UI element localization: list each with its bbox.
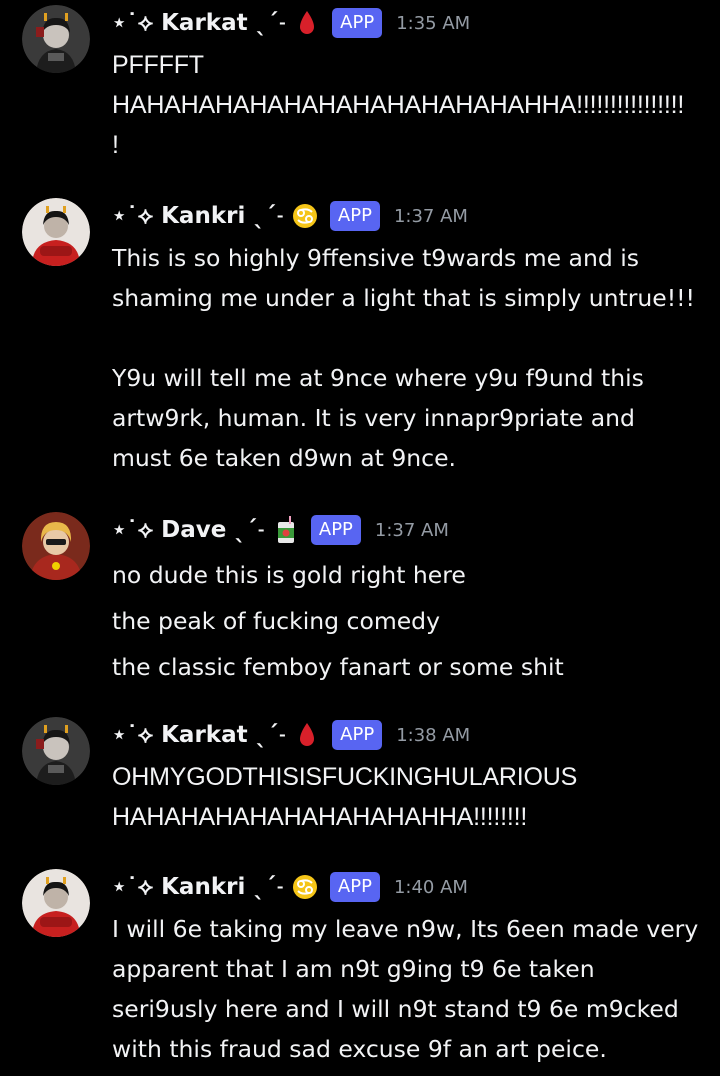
blood-drop-icon [294,720,320,750]
avatar-karkat-image [22,717,90,785]
message-content: PFFFFT HAHAHAHAHAHAHAHAHAHAHAHAHHA!!!!!!… [112,45,712,165]
app-badge: APP [310,515,361,545]
message-line: the classic femboy fanart or some shit [112,653,564,681]
message-header: ⋆˙⟡ Kankri ˎˊ˗ APP 1:37 AM [112,198,468,234]
apple-juice-box-icon [273,515,299,545]
username[interactable]: ⋆˙⟡ Kankri ˎˊ˗ [112,203,284,229]
avatar-kankri[interactable] [22,869,90,937]
message-header: ⋆˙⟡ Dave ˎˊ˗ APP 1:37 AM [112,512,449,548]
message-line: must 6e taken d9wn at 9nce. [112,444,457,472]
app-badge: APP [332,720,383,750]
message-line: This is so highly 9ffensive t9wards me a… [112,244,640,272]
avatar-dave[interactable] [22,512,90,580]
message-header: ⋆˙⟡ Karkat ˎˊ˗ APP 1:38 AM [112,717,470,753]
app-badge: APP [329,872,380,902]
message-content: This is so highly 9ffensive t9wards me a… [112,238,712,478]
message-line: shaming me under a light that is simply … [112,284,695,312]
timestamp[interactable]: 1:40 AM [394,877,468,898]
username[interactable]: ⋆˙⟡ Dave ˎˊ˗ [112,517,265,543]
timestamp[interactable]: 1:37 AM [375,520,449,541]
message-header: ⋆˙⟡ Karkat ˎˊ˗ APP 1:35 AM [112,5,470,41]
app-badge: APP [332,8,383,38]
cancer-sign-icon [292,201,318,231]
avatar-kankri-image [22,198,90,266]
message-line: seri9usly here and I will n9t stand t9 6… [112,995,679,1023]
avatar-kankri[interactable] [22,198,90,266]
avatar-kankri-image [22,869,90,937]
message-content: I will 6e taking my leave n9w, Its 6een … [112,909,712,1069]
username[interactable]: ⋆˙⟡ Kankri ˎˊ˗ [112,874,284,900]
message-line: no dude this is gold right here [112,561,466,589]
avatar-karkat-image [22,5,90,73]
message-line: HAHAHAHAHAHAHAHAHAHAHAHAHHA!!!!!!!!!!!!!… [112,91,685,119]
message-line: with this fraud sad excuse 9f an art pei… [112,1035,607,1063]
username[interactable]: ⋆˙⟡ Karkat ˎˊ˗ [112,722,286,748]
message-line-blank [112,318,712,358]
avatar-karkat[interactable] [22,717,90,785]
blood-drop-icon [294,8,320,38]
avatar-dave-image [22,512,90,580]
timestamp[interactable]: 1:37 AM [394,206,468,227]
message-line: OHMYGODTHISISFUCKINGHULARIOUS [112,763,578,791]
message-line: Y9u will tell me at 9nce where y9u f9und… [112,364,644,392]
message-line: artw9rk, human. It is very innapr9priate… [112,404,635,432]
avatar-karkat[interactable] [22,5,90,73]
message-line: HAHAHAHAHAHAHAHAHAHHA!!!!!!!! [112,803,528,831]
message-content: no dude this is gold right here the peak… [112,552,712,690]
timestamp[interactable]: 1:38 AM [396,725,470,746]
message-line: ! [112,131,119,159]
message-line: I will 6e taking my leave n9w, Its 6een … [112,915,699,943]
cancer-sign-icon [292,872,318,902]
message-content: OHMYGODTHISISFUCKINGHULARIOUS HAHAHAHAHA… [112,757,712,837]
message-header: ⋆˙⟡ Kankri ˎˊ˗ APP 1:40 AM [112,869,468,905]
username[interactable]: ⋆˙⟡ Karkat ˎˊ˗ [112,10,286,36]
message-line: the peak of fucking comedy [112,607,440,635]
message-line: apparent that I am n9t g9ing t9 6e taken [112,955,595,983]
message-line: PFFFFT [112,51,204,79]
timestamp[interactable]: 1:35 AM [396,13,470,34]
app-badge: APP [329,201,380,231]
